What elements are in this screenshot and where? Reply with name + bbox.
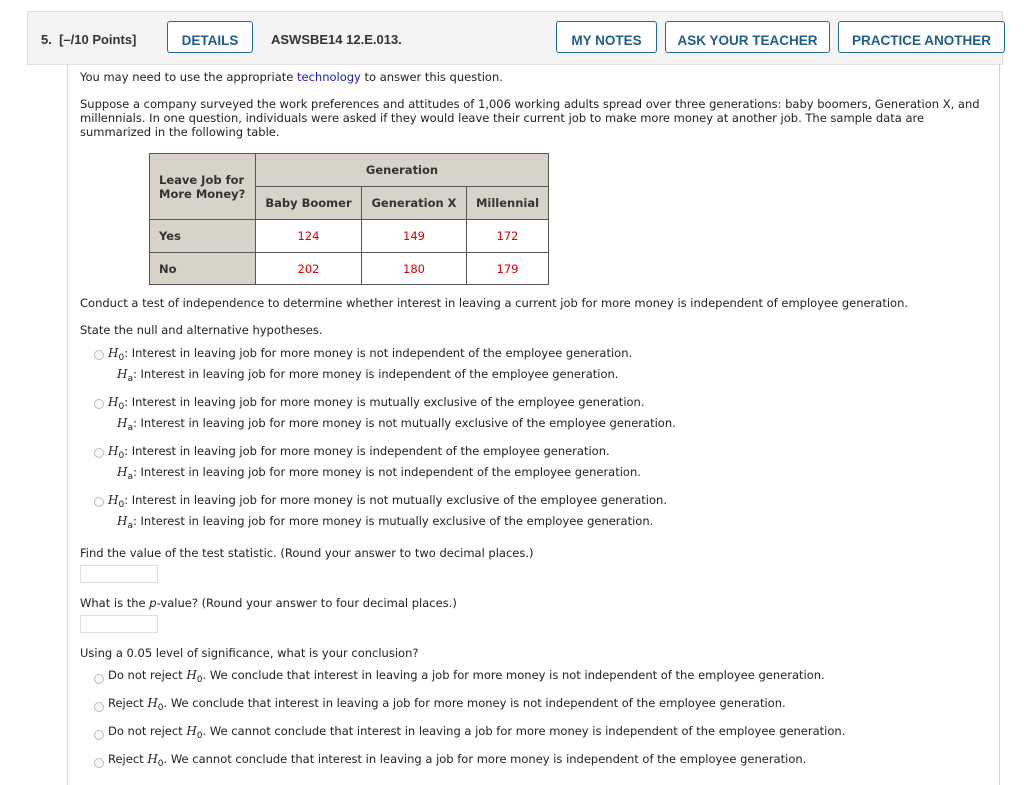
table-cell: 180	[361, 252, 467, 285]
test-statistic-prompt: Find the value of the test statistic. (R…	[80, 546, 534, 560]
conclusion-option-4: Reject H0. We cannot conclude that inter…	[108, 752, 807, 769]
details-button[interactable]: DETAILS	[167, 21, 253, 53]
technology-note: You may need to use the appropriate tech…	[80, 70, 503, 84]
hypothesis-h0-1: H0: Interest in leaving job for more mon…	[108, 346, 633, 363]
hypothesis-radio-1[interactable]	[94, 350, 104, 360]
conclusion-option-3: Do not reject H0. We cannot conclude tha…	[108, 724, 846, 741]
practice-another-button[interactable]: PRACTICE ANOTHER	[838, 21, 1005, 53]
ask-your-teacher-button[interactable]: ASK YOUR TEACHER	[665, 21, 830, 53]
hypothesis-radio-3[interactable]	[94, 448, 104, 458]
hypothesis-radio-2[interactable]	[94, 399, 104, 409]
row-header: Leave Job for More Money?	[149, 153, 256, 220]
table-cell: 179	[466, 252, 549, 285]
conclusion-radio-4[interactable]	[94, 758, 104, 768]
hypotheses-prompt: State the null and alternative hypothese…	[80, 323, 323, 337]
scenario-text: Suppose a company surveyed the work pref…	[80, 97, 980, 139]
conclusion-radio-2[interactable]	[94, 702, 104, 712]
hypothesis-h0-3: H0: Interest in leaving job for more mon…	[108, 444, 610, 461]
row-label: No	[149, 252, 256, 285]
question-header: 5. [–/10 Points] DETAILS ASWSBE14 12.E.0…	[27, 11, 1005, 65]
table-row: No 202 180 179	[149, 252, 549, 285]
hypothesis-ha-3: Ha: Interest in leaving job for more mon…	[117, 465, 641, 482]
hypothesis-ha-2: Ha: Interest in leaving job for more mon…	[117, 416, 676, 433]
technology-link[interactable]: technology	[297, 70, 361, 84]
test-statistic-input[interactable]	[80, 565, 158, 583]
question-number: 5. [–/10 Points]	[41, 32, 137, 47]
p-value-input[interactable]	[80, 615, 158, 633]
table-cell: 124	[255, 219, 362, 253]
column-header: Millennial	[466, 186, 549, 220]
hypothesis-ha-4: Ha: Interest in leaving job for more mon…	[117, 514, 654, 531]
table-row: Yes 124 149 172	[149, 219, 549, 253]
generation-header: Generation	[255, 153, 549, 187]
contingency-table: Leave Job for More Money? Generation Bab…	[149, 153, 549, 285]
table-cell: 202	[255, 252, 362, 285]
hypothesis-radio-4[interactable]	[94, 497, 104, 507]
column-header: Baby Boomer	[255, 186, 362, 220]
column-header: Generation X	[361, 186, 467, 220]
hypothesis-h0-2: H0: Interest in leaving job for more mon…	[108, 395, 645, 412]
conclusion-radio-1[interactable]	[94, 674, 104, 684]
p-value-prompt: What is the p-value? (Round your answer …	[80, 596, 457, 610]
table-cell: 149	[361, 219, 467, 253]
conclusion-radio-3[interactable]	[94, 730, 104, 740]
points-label: [–/10 Points]	[59, 32, 137, 47]
task-text: Conduct a test of independence to determ…	[80, 296, 909, 310]
hypothesis-ha-1: Ha: Interest in leaving job for more mon…	[117, 367, 619, 384]
question-code: ASWSBE14 12.E.013.	[271, 32, 402, 47]
conclusion-prompt: Using a 0.05 level of significance, what…	[80, 646, 419, 660]
my-notes-button[interactable]: MY NOTES	[556, 21, 657, 53]
conclusion-option-1: Do not reject H0. We conclude that inter…	[108, 668, 825, 685]
row-label: Yes	[149, 219, 256, 253]
table-cell: 172	[466, 219, 549, 253]
conclusion-option-2: Reject H0. We conclude that interest in …	[108, 696, 786, 713]
hypothesis-h0-4: H0: Interest in leaving job for more mon…	[108, 493, 667, 510]
